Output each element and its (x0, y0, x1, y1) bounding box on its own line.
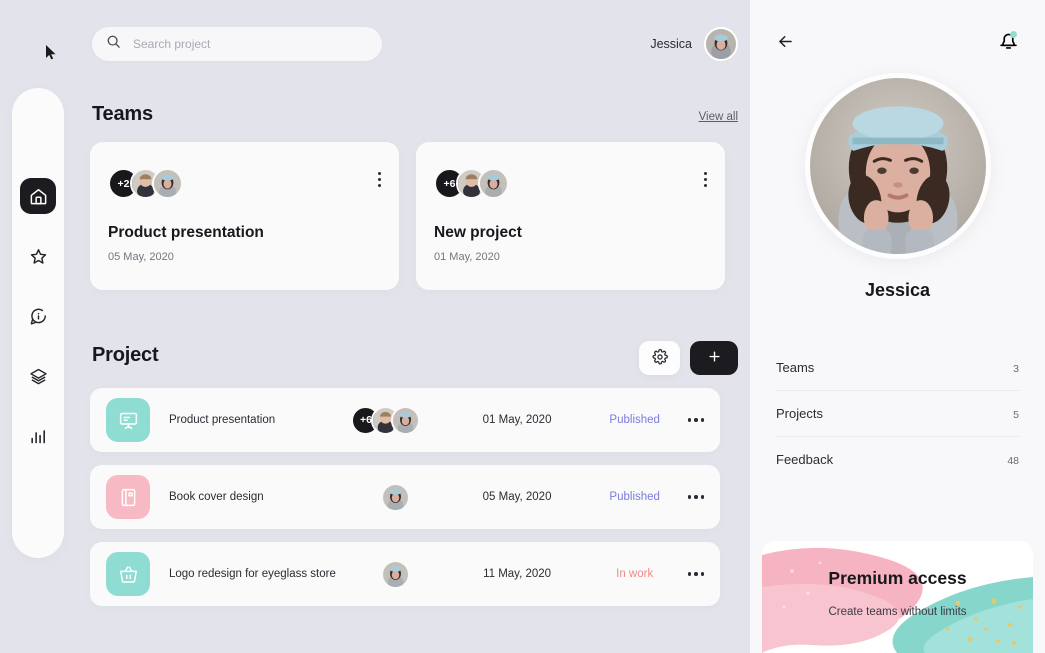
member-avatar (381, 559, 411, 589)
project-actions (639, 341, 738, 375)
profile-panel: Jessica Teams 3 Projects 5 Feedback 48 P… (750, 0, 1045, 653)
sidebar-item-favorites[interactable] (20, 238, 56, 274)
gear-icon (651, 348, 668, 368)
table-row[interactable]: Product presentation +6 01 May, 2020 Pub… (90, 388, 720, 452)
notifications-button[interactable] (998, 30, 1019, 56)
stat-label: Feedback (776, 452, 834, 467)
arrow-left-icon (776, 32, 795, 54)
premium-access-card[interactable]: Premium access Create teams without limi… (762, 541, 1033, 653)
profile-stats: Teams 3 Projects 5 Feedback 48 (776, 345, 1019, 482)
stat-value: 48 (1007, 455, 1019, 467)
row-menu-button[interactable] (687, 572, 704, 576)
status-badge: Published (609, 491, 660, 503)
status-badge: Published (609, 414, 660, 426)
member-avatar-stack (351, 482, 452, 512)
info-chat-icon (29, 307, 48, 326)
status-badge: In work (616, 568, 654, 580)
profile-photo (804, 73, 991, 259)
settings-button[interactable] (639, 341, 680, 375)
list-item[interactable]: Projects 5 (776, 391, 1019, 437)
project-name: Logo redesign for eyeglass store (169, 568, 336, 580)
list-item[interactable]: Feedback 48 (776, 437, 1019, 482)
project-date: 05 May, 2020 (482, 491, 552, 503)
back-button[interactable] (776, 32, 795, 54)
promo-text: Premium access Create teams without limi… (762, 541, 1033, 618)
project-title: Project (92, 343, 159, 366)
row-menu-button[interactable] (687, 418, 704, 422)
sidebar-item-info[interactable] (20, 298, 56, 334)
member-avatar-stack (351, 559, 452, 589)
sidebar-item-analytics[interactable] (20, 418, 56, 454)
panel-toolbar (750, 0, 1045, 56)
add-project-button[interactable] (690, 341, 738, 375)
member-avatar (381, 482, 411, 512)
member-avatar-stack: +6 (351, 405, 452, 435)
project-name: Book cover design (169, 491, 264, 503)
profile-photo-image (809, 78, 986, 254)
profile-name: Jessica (864, 280, 931, 300)
layers-icon (29, 367, 48, 386)
basket-icon (106, 552, 150, 596)
plus-icon (707, 349, 722, 367)
project-name: Product presentation (169, 414, 276, 426)
project-date: 01 May, 2020 (482, 414, 552, 426)
notification-dot (1010, 31, 1017, 38)
stat-value: 3 (1013, 363, 1019, 375)
chart-bar-icon (29, 427, 48, 446)
stat-label: Teams (776, 360, 815, 375)
project-list: Product presentation +6 01 May, 2020 Pub… (90, 388, 720, 619)
promo-subtitle: Create teams without limits (828, 606, 967, 618)
row-menu-button[interactable] (687, 495, 704, 499)
app-root: Jessica Teams View all +2 (0, 0, 1045, 653)
sidebar-item-layers[interactable] (20, 358, 56, 394)
project-section-header: Project (92, 337, 738, 375)
bell-icon (998, 33, 1019, 55)
sidebar-rail (12, 88, 64, 558)
book-icon (106, 475, 150, 519)
project-date: 11 May, 2020 (483, 568, 552, 580)
table-row[interactable]: Book cover design 05 May, 2020 Published (90, 465, 720, 529)
promo-title: Premium access (828, 568, 967, 588)
mouse-cursor (46, 45, 56, 60)
sidebar-item-home[interactable] (20, 178, 56, 214)
home-icon (29, 187, 48, 206)
stat-label: Projects (776, 406, 823, 421)
list-item[interactable]: Teams 3 (776, 345, 1019, 391)
star-icon (29, 247, 48, 266)
member-avatar (391, 405, 421, 435)
presentation-icon (106, 398, 150, 442)
table-row[interactable]: Logo redesign for eyeglass store 11 May,… (90, 542, 720, 606)
stat-value: 5 (1013, 409, 1019, 421)
